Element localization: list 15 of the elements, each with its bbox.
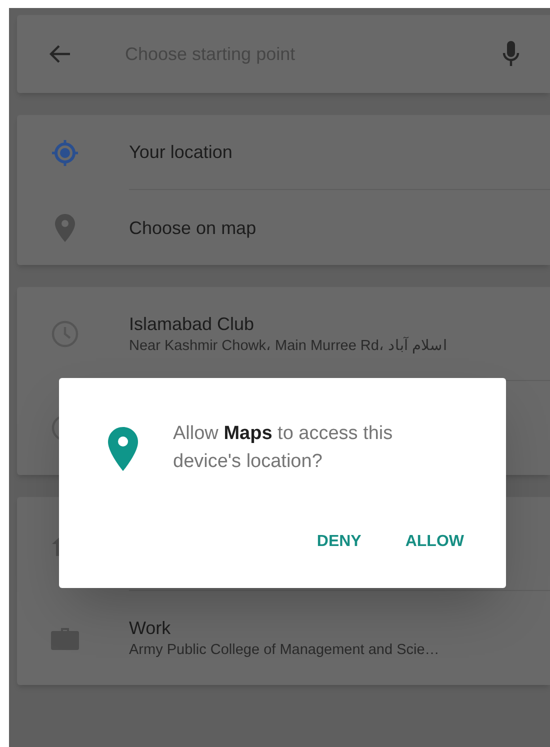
- place-title: Islamabad Club: [129, 312, 256, 336]
- pin-icon: [107, 426, 139, 472]
- permission-message: Allow Maps to access this device's location?: [173, 422, 394, 474]
- my-location-icon: [50, 138, 80, 168]
- place-title: Choose on map: [129, 216, 258, 240]
- place-address: Near Kashmir Chowk، Main Murree Rd، اسلام آباد: [129, 336, 448, 356]
- dialog-button[interactable]: ALLOW: [393, 522, 476, 562]
- place-title: Work: [129, 617, 172, 640]
- place-address: Army Public College of Management and Scie…: [129, 641, 440, 660]
- briefcase-icon: [50, 625, 80, 651]
- place-title: Your location: [129, 141, 234, 164]
- back-icon[interactable]: [49, 44, 71, 64]
- microphone-icon[interactable]: [502, 40, 520, 68]
- dialog-button[interactable]: DENY: [304, 522, 374, 562]
- pin-icon: [54, 212, 76, 242]
